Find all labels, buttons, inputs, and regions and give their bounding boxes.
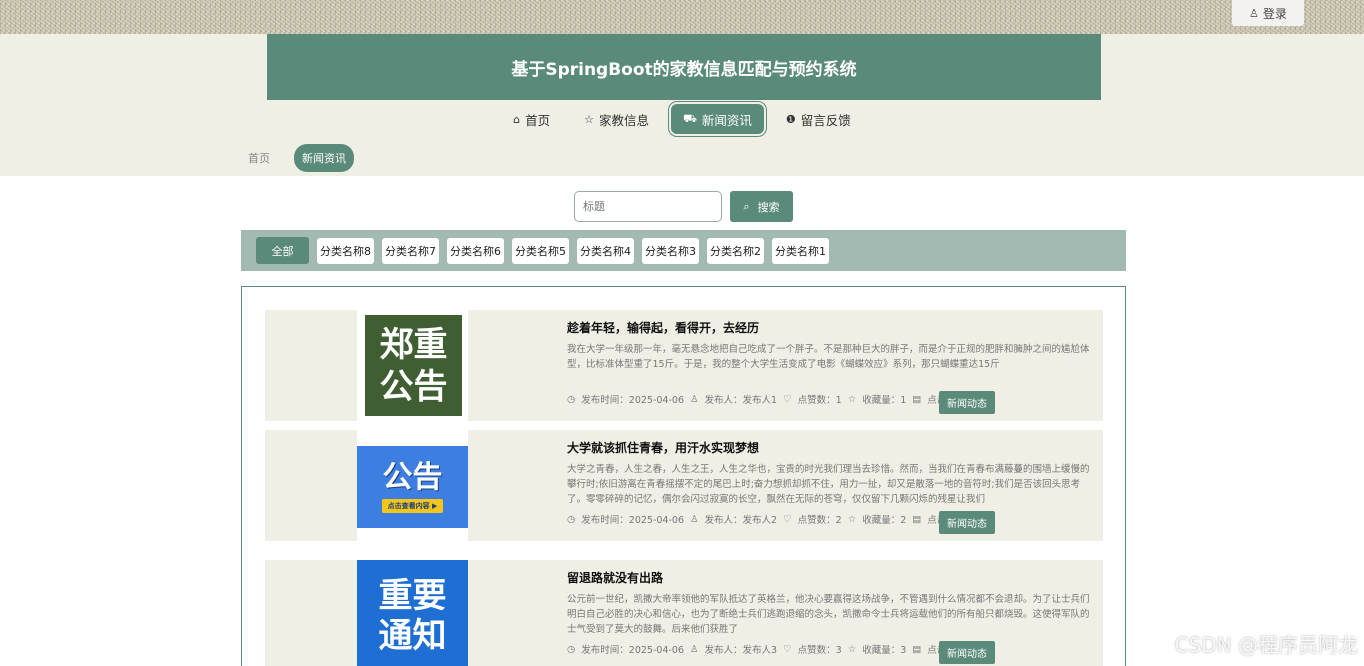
thumb-up-icon: ♡ bbox=[783, 393, 792, 405]
news-summary: 大学之青春，人生之春，人生之王，人生之华也，宝贵的时光我们理当去珍惜。然而，当我… bbox=[567, 464, 1090, 505]
thumb-text: 公告 bbox=[382, 460, 443, 495]
home-icon: ⌂ bbox=[513, 112, 521, 126]
publish-time: 发布时间：2025-04-06 bbox=[581, 645, 685, 656]
publisher: 发布人：发布人3 bbox=[704, 645, 778, 656]
favorite-count: 收藏量：1 bbox=[862, 395, 907, 406]
nav-label-home: 首页 bbox=[525, 112, 551, 128]
site-title-banner: 基于SpringBoot的家教信息匹配与预约系统 bbox=[267, 34, 1101, 100]
like-count: 点赞数：1 bbox=[797, 395, 842, 406]
user-icon: ♙ bbox=[1249, 6, 1259, 20]
news-thumbnail[interactable]: 公告 点击查看内容 ▶ bbox=[357, 430, 468, 541]
search-button-label: 搜索 bbox=[757, 200, 780, 214]
news-summary: 我在大学一年级那一年，毫无悬念地把自己吃成了一个胖子。不是那种巨大的胖子，而是介… bbox=[567, 344, 1090, 370]
search-bar: ⌕ 搜索 bbox=[574, 191, 793, 222]
publisher: 发布人：发布人1 bbox=[704, 395, 778, 406]
nav-label-tutor-info: 家教信息 bbox=[599, 112, 650, 128]
search-icon: ⌕ bbox=[743, 199, 750, 213]
favorite-count: 收藏量：2 bbox=[862, 515, 907, 526]
category-item[interactable]: 分类名称8 bbox=[317, 237, 374, 264]
main-nav: ⌂ 首页 ☆ 家教信息 ⛟ 新闻资讯 ❶ 留言反馈 bbox=[0, 100, 1364, 138]
breadcrumb-current: 新闻资讯 bbox=[294, 144, 354, 172]
thumb-up-icon: ♡ bbox=[783, 513, 792, 525]
news-title[interactable]: 趁着年轻，输得起，看得开，去经历 bbox=[567, 319, 759, 336]
publish-time: 发布时间：2025-04-06 bbox=[581, 515, 685, 526]
user-icon: ♙ bbox=[690, 513, 699, 525]
news-category-tag[interactable]: 新闻动态 bbox=[939, 391, 995, 414]
news-summary: 公元前一世纪，凯撒大帝率领他的军队抵达了英格兰，他决心要赢得这场战争，不管遇到什… bbox=[567, 594, 1090, 635]
user-icon: ♙ bbox=[690, 643, 699, 655]
login-button[interactable]: ♙ 登录 bbox=[1232, 0, 1304, 26]
news-item[interactable]: 公告 点击查看内容 ▶ 大学就该抓住青春，用汗水实现梦想 大学之青春，人生之春，… bbox=[265, 430, 1103, 541]
news-category-tag[interactable]: 新闻动态 bbox=[939, 511, 995, 534]
news-thumbnail[interactable]: 重要 通知 bbox=[357, 560, 468, 666]
favorite-count: 收藏量：3 bbox=[862, 645, 907, 656]
thumb-text: 点击查看内容 ▶ bbox=[381, 499, 444, 513]
category-filter-bar: 全部 分类名称8 分类名称7 分类名称6 分类名称5 分类名称4 分类名称3 分… bbox=[241, 230, 1126, 271]
category-all[interactable]: 全部 bbox=[256, 237, 309, 264]
category-item[interactable]: 分类名称1 bbox=[772, 237, 829, 264]
news-title[interactable]: 留退路就没有出路 bbox=[567, 569, 663, 586]
breadcrumb: 首页 新闻资讯 bbox=[248, 144, 354, 172]
news-category-tag[interactable]: 新闻动态 bbox=[939, 641, 995, 664]
top-strip: ♙ 登录 bbox=[0, 0, 1364, 34]
login-label: 登录 bbox=[1262, 6, 1287, 21]
thumb-text: 通知 bbox=[378, 615, 447, 656]
category-item[interactable]: 分类名称2 bbox=[707, 237, 764, 264]
document-icon: ▤ bbox=[912, 643, 922, 655]
search-button[interactable]: ⌕ 搜索 bbox=[730, 191, 793, 222]
info-icon: ❶ bbox=[785, 112, 796, 126]
bag-icon: ⛟ bbox=[683, 111, 697, 125]
thumb-text: 郑重 bbox=[379, 324, 448, 365]
star-icon: ☆ bbox=[847, 513, 857, 525]
star-icon: ☆ bbox=[847, 643, 857, 655]
news-meta: ◷ 发布时间：2025-04-06 ♙ 发布人：发布人3 ♡ 点赞数：3 ☆ 收藏量：3… bbox=[567, 642, 971, 657]
nav-item-tutor-info[interactable]: ☆ 家教信息 bbox=[572, 104, 661, 134]
category-item[interactable]: 分类名称6 bbox=[447, 237, 504, 264]
thumb-text: 重要 bbox=[378, 575, 447, 616]
document-icon: ▤ bbox=[912, 393, 922, 405]
category-item[interactable]: 分类名称4 bbox=[577, 237, 634, 264]
news-list: 郑重 公告 趁着年轻，输得起，看得开，去经历 我在大学一年级那一年，毫无悬念地把… bbox=[241, 286, 1126, 666]
publish-time: 发布时间：2025-04-06 bbox=[581, 395, 685, 406]
category-item[interactable]: 分类名称3 bbox=[642, 237, 699, 264]
breadcrumb-home[interactable]: 首页 bbox=[248, 150, 270, 166]
user-icon: ♙ bbox=[690, 393, 699, 405]
clock-icon: ◷ bbox=[567, 393, 576, 405]
site-title: 基于SpringBoot的家教信息匹配与预约系统 bbox=[511, 59, 857, 80]
like-count: 点赞数：3 bbox=[797, 645, 842, 656]
publisher: 发布人：发布人2 bbox=[704, 515, 778, 526]
watermark: CSDN @程序员阿龙 bbox=[1174, 633, 1358, 657]
category-item[interactable]: 分类名称5 bbox=[512, 237, 569, 264]
star-icon: ☆ bbox=[584, 112, 595, 126]
nav-item-home[interactable]: ⌂ 首页 bbox=[501, 104, 562, 134]
star-icon: ☆ bbox=[847, 393, 857, 405]
clock-icon: ◷ bbox=[567, 513, 576, 525]
news-thumbnail[interactable]: 郑重 公告 bbox=[357, 310, 468, 421]
nav-label-feedback: 留言反馈 bbox=[800, 112, 851, 128]
news-meta: ◷ 发布时间：2025-04-06 ♙ 发布人：发布人1 ♡ 点赞数：1 ☆ 收藏量：1… bbox=[567, 392, 971, 407]
news-item[interactable]: 郑重 公告 趁着年轻，输得起，看得开，去经历 我在大学一年级那一年，毫无悬念地把… bbox=[265, 310, 1103, 421]
category-item[interactable]: 分类名称7 bbox=[382, 237, 439, 264]
news-item[interactable]: 重要 通知 留退路就没有出路 公元前一世纪，凯撒大帝率领他的军队抵达了英格兰，他… bbox=[265, 560, 1103, 666]
search-input[interactable] bbox=[574, 191, 722, 222]
nav-item-feedback[interactable]: ❶ 留言反馈 bbox=[774, 104, 863, 134]
document-icon: ▤ bbox=[912, 513, 922, 525]
clock-icon: ◷ bbox=[567, 643, 576, 655]
news-meta: ◷ 发布时间：2025-04-06 ♙ 发布人：发布人2 ♡ 点赞数：2 ☆ 收藏量：2… bbox=[567, 512, 971, 527]
thumb-up-icon: ♡ bbox=[783, 643, 792, 655]
thumb-text: 公告 bbox=[379, 366, 448, 407]
like-count: 点赞数：2 bbox=[797, 515, 842, 526]
header: 基于SpringBoot的家教信息匹配与预约系统 ⌂ 首页 ☆ 家教信息 ⛟ 新… bbox=[0, 34, 1364, 176]
nav-item-news[interactable]: ⛟ 新闻资讯 bbox=[668, 101, 767, 137]
news-title[interactable]: 大学就该抓住青春，用汗水实现梦想 bbox=[567, 439, 759, 456]
nav-label-news: 新闻资讯 bbox=[701, 112, 752, 128]
